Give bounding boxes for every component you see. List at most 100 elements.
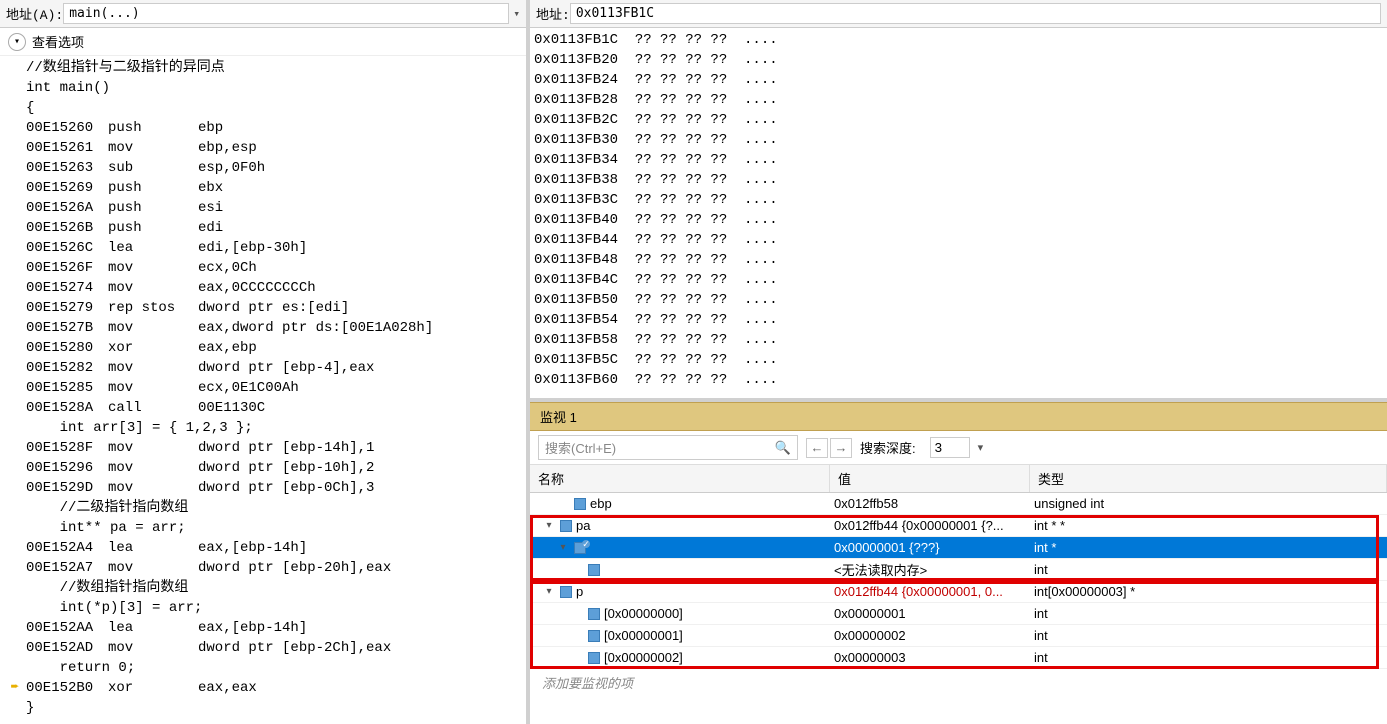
disasm-line[interactable]: 00E1526Fmovecx,0Ch (0, 258, 526, 278)
disasm-line[interactable]: } (0, 698, 526, 718)
disasm-line[interactable]: 00E15296movdword ptr [ebp-10h],2 (0, 458, 526, 478)
disasm-line[interactable]: 00E15274moveax,0CCCCCCCCh (0, 278, 526, 298)
disasm-body[interactable]: //数组指针与二级指针的异同点int main(){00E15260pusheb… (0, 56, 526, 724)
disasm-line[interactable]: int(*p)[3] = arr; (0, 598, 526, 618)
watch-row[interactable]: [0x00000002]0x00000003int (530, 647, 1387, 669)
watch-row[interactable]: ebp0x012ffb58unsigned int (530, 493, 1387, 515)
memory-row[interactable]: 0x0113FB38 ?? ?? ?? ?? .... (530, 170, 1387, 190)
disasm-line[interactable]: 00E1526Cleaedi,[ebp-30h] (0, 238, 526, 258)
disasm-line[interactable]: 00E1528Acall00E1130C (0, 398, 526, 418)
disasm-line[interactable]: int arr[3] = { 1,2,3 }; (0, 418, 526, 438)
depth-input[interactable] (930, 437, 970, 458)
col-name[interactable]: 名称 (530, 465, 830, 492)
watch-row[interactable]: [0x00000000]0x00000001int (530, 603, 1387, 625)
expand-icon[interactable] (570, 629, 584, 643)
memory-row[interactable]: 0x0113FB50 ?? ?? ?? ?? .... (530, 290, 1387, 310)
source-text: int(*p)[3] = arr; (26, 598, 202, 618)
disasm-line[interactable]: 00E1526Bpushedi (0, 218, 526, 238)
memory-row[interactable]: 0x0113FB5C ?? ?? ?? ?? .... (530, 350, 1387, 370)
expand-icon[interactable]: ▾ (542, 519, 556, 533)
chevron-down-icon[interactable]: ▾ (513, 7, 520, 21)
disasm-line[interactable]: 00E152ADmovdword ptr [ebp-2Ch],eax (0, 638, 526, 658)
search-placeholder: 搜索(Ctrl+E) (545, 438, 616, 457)
disasm-line[interactable]: 00E1526Apushesi (0, 198, 526, 218)
disasm-line[interactable]: { (0, 98, 526, 118)
watch-row[interactable]: ▾pa0x012ffb44 {0x00000001 {?...int * * (530, 515, 1387, 537)
instr-args: edi,[ebp-30h] (198, 238, 522, 258)
expand-icon[interactable] (570, 607, 584, 621)
mem-addr-input[interactable] (570, 3, 1381, 24)
disasm-line[interactable]: //二级指针指向数组 (0, 498, 526, 518)
memory-row[interactable]: 0x0113FB4C ?? ?? ?? ?? .... (530, 270, 1387, 290)
expand-icon[interactable]: ▾ (556, 541, 570, 555)
memory-row[interactable]: 0x0113FB40 ?? ?? ?? ?? .... (530, 210, 1387, 230)
disasm-line[interactable]: 00E1527Bmoveax,dword ptr ds:[00E1A028h] (0, 318, 526, 338)
memory-row[interactable]: 0x0113FB2C ?? ?? ?? ?? .... (530, 110, 1387, 130)
disasm-line[interactable]: 00E15269pushebx (0, 178, 526, 198)
watch-body[interactable]: ebp0x012ffb58unsigned int▾pa0x012ffb44 {… (530, 493, 1387, 724)
expand-icon[interactable] (570, 563, 584, 577)
memory-body[interactable]: 0x0113FB1C ?? ?? ?? ?? ....0x0113FB20 ??… (530, 28, 1387, 398)
disasm-addr-input[interactable] (63, 3, 509, 24)
expand-icon[interactable] (570, 651, 584, 665)
collapse-icon[interactable]: ▾ (8, 33, 26, 51)
add-watch-item[interactable]: 添加要监视的项 (530, 669, 1387, 696)
instr-args: eax,0CCCCCCCCh (198, 278, 522, 298)
view-options-label: 查看选项 (32, 32, 84, 51)
disasm-line[interactable]: 00E15260pushebp (0, 118, 526, 138)
disasm-line[interactable]: 00E152A4leaeax,[ebp-14h] (0, 538, 526, 558)
memory-row[interactable]: 0x0113FB28 ?? ?? ?? ?? .... (530, 90, 1387, 110)
memory-row[interactable]: 0x0113FB48 ?? ?? ?? ?? .... (530, 250, 1387, 270)
disasm-line[interactable]: //数组指针指向数组 (0, 578, 526, 598)
watch-type: int (1030, 562, 1387, 577)
disasm-line[interactable]: 00E15285movecx,0E1C00Ah (0, 378, 526, 398)
memory-row[interactable]: 0x0113FB44 ?? ?? ?? ?? .... (530, 230, 1387, 250)
memory-row[interactable]: 0x0113FB30 ?? ?? ?? ?? .... (530, 130, 1387, 150)
disasm-line[interactable]: 00E15261movebp,esp (0, 138, 526, 158)
memory-row[interactable]: 0x0113FB34 ?? ?? ?? ?? .... (530, 150, 1387, 170)
disasm-line[interactable]: 00E1528Fmovdword ptr [ebp-14h],1 (0, 438, 526, 458)
disasm-line[interactable]: 00E152A7movdword ptr [ebp-20h],eax (0, 558, 526, 578)
memory-row[interactable]: 0x0113FB58 ?? ?? ?? ?? .... (530, 330, 1387, 350)
disasm-line[interactable]: ➨00E152B0xoreax,eax (0, 678, 526, 698)
col-value[interactable]: 值 (830, 465, 1030, 492)
col-type[interactable]: 类型 (1030, 465, 1387, 492)
instr-addr: 00E15260 (26, 118, 108, 138)
disasm-line[interactable]: 00E15282movdword ptr [ebp-4],eax (0, 358, 526, 378)
disasm-line[interactable]: 00E1529Dmovdword ptr [ebp-0Ch],3 (0, 478, 526, 498)
disasm-line[interactable]: //数组指针与二级指针的异同点 (0, 58, 526, 78)
memory-row[interactable]: 0x0113FB24 ?? ?? ?? ?? .... (530, 70, 1387, 90)
watch-search-row: 搜索(Ctrl+E) 🔍 ← → 搜索深度: ▾ (530, 431, 1387, 465)
instr-op: lea (108, 618, 198, 638)
disasm-line[interactable]: 00E15263subesp,0F0h (0, 158, 526, 178)
watch-row[interactable]: ▾p0x012ffb44 {0x00000001, 0...int[0x0000… (530, 581, 1387, 603)
instr-args: esp,0F0h (198, 158, 522, 178)
watch-search-input[interactable]: 搜索(Ctrl+E) 🔍 (538, 435, 798, 460)
memory-row[interactable]: 0x0113FB60 ?? ?? ?? ?? .... (530, 370, 1387, 390)
search-prev-button[interactable]: ← (806, 438, 828, 458)
source-text: } (26, 698, 34, 718)
disasm-line[interactable]: int** pa = arr; (0, 518, 526, 538)
instr-args: edi (198, 218, 522, 238)
memory-row[interactable]: 0x0113FB1C ?? ?? ?? ?? .... (530, 30, 1387, 50)
disasm-line[interactable]: int main() (0, 78, 526, 98)
watch-row[interactable]: [0x00000001]0x00000002int (530, 625, 1387, 647)
instr-args: eax,ebp (198, 338, 522, 358)
instr-op: mov (108, 478, 198, 498)
disasm-line[interactable]: return 0; (0, 658, 526, 678)
expand-icon[interactable]: ▾ (542, 585, 556, 599)
disasm-line[interactable]: 00E15279rep stosdword ptr es:[edi] (0, 298, 526, 318)
right-pane: 地址: 0x0113FB1C ?? ?? ?? ?? ....0x0113FB2… (530, 0, 1387, 724)
memory-row[interactable]: 0x0113FB3C ?? ?? ?? ?? .... (530, 190, 1387, 210)
disasm-line[interactable]: 00E15280xoreax,ebp (0, 338, 526, 358)
watch-row[interactable]: <无法读取内存>int (530, 559, 1387, 581)
memory-row[interactable]: 0x0113FB20 ?? ?? ?? ?? .... (530, 50, 1387, 70)
watch-row[interactable]: ▾0x00000001 {???}int * (530, 537, 1387, 559)
search-next-button[interactable]: → (830, 438, 852, 458)
instr-op: rep stos (108, 298, 198, 318)
watch-panel-header[interactable]: 监视 1 (530, 402, 1387, 431)
expand-icon[interactable] (556, 497, 570, 511)
chevron-down-icon[interactable]: ▾ (978, 441, 984, 454)
disasm-line[interactable]: 00E152AAleaeax,[ebp-14h] (0, 618, 526, 638)
memory-row[interactable]: 0x0113FB54 ?? ?? ?? ?? .... (530, 310, 1387, 330)
